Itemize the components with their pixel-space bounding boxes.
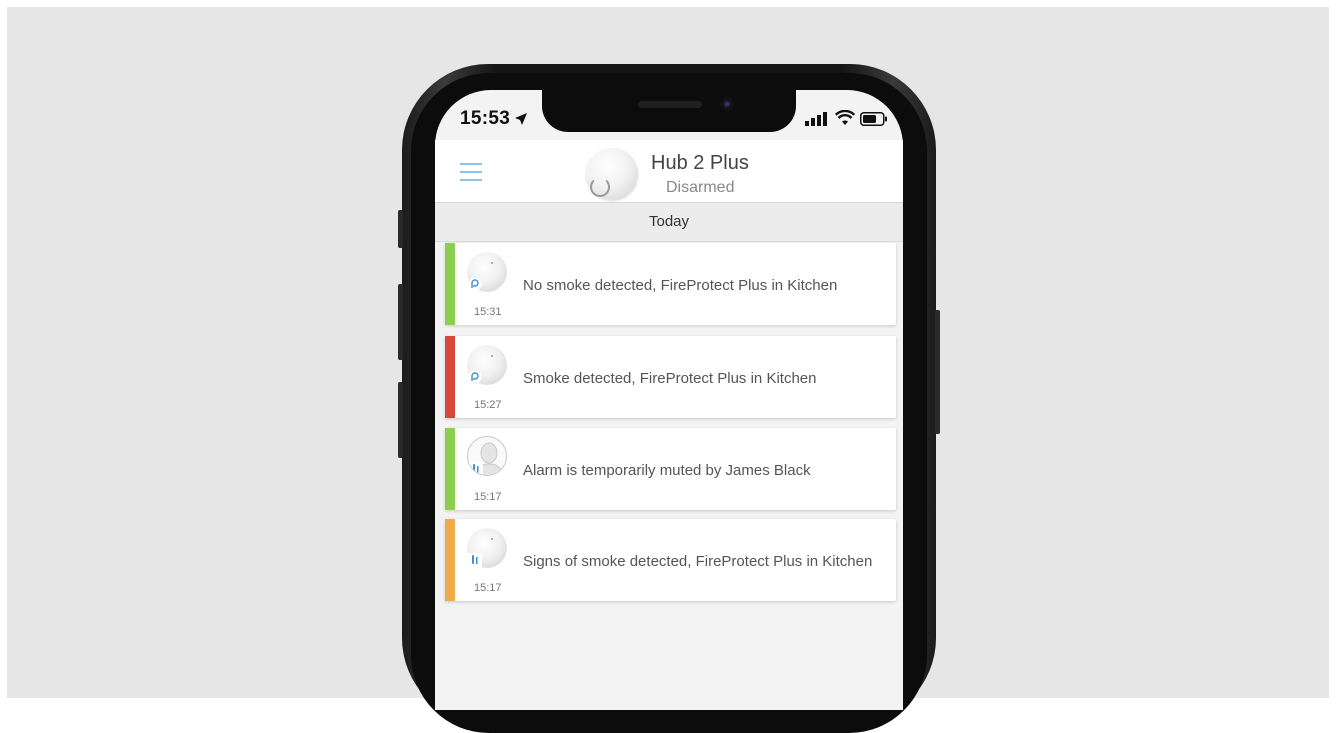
battery-icon — [860, 112, 887, 126]
phone-volume-down-button — [398, 382, 403, 458]
event-status-stripe — [445, 519, 455, 601]
speaker-grille — [638, 101, 702, 108]
event-text: No smoke detected, FireProtect Plus in K… — [523, 277, 838, 294]
hub-name[interactable]: Hub 2 Plus — [651, 152, 749, 175]
event-card[interactable]: Smoke detected, FireProtect Plus in Kitc… — [445, 336, 896, 418]
user-avatar-icon — [467, 436, 507, 476]
fireprotect-device-icon — [467, 252, 507, 292]
status-time: 15:53 — [460, 108, 511, 129]
cellular-signal-icon — [805, 112, 827, 126]
fireprotect-device-icon — [467, 528, 507, 568]
event-time: 15:27 — [474, 399, 502, 411]
temperature-badge-icon — [468, 553, 482, 567]
event-card[interactable]: Signs of smoke detected, FireProtect Plu… — [445, 519, 896, 601]
event-status-stripe — [445, 243, 455, 325]
event-card[interactable]: No smoke detected, FireProtect Plus in K… — [445, 243, 896, 325]
event-status-stripe — [445, 336, 455, 418]
event-time: 15:31 — [474, 306, 502, 318]
hub-power-ring-icon — [590, 177, 610, 197]
mute-badge-icon — [469, 462, 483, 475]
date-group-label: Today — [648, 213, 690, 230]
event-text: Signs of smoke detected, FireProtect Plu… — [523, 553, 873, 570]
fireprotect-device-icon — [467, 345, 507, 385]
event-card[interactable]: Alarm is temporarily muted by James Blac… — [445, 428, 896, 510]
event-time: 15:17 — [474, 491, 502, 503]
wifi-icon — [835, 110, 855, 125]
hamburger-menu-icon[interactable] — [460, 163, 482, 181]
smoke-sensor-badge-icon — [468, 277, 482, 291]
phone-volume-up-button — [398, 284, 403, 360]
front-camera-icon — [720, 97, 734, 111]
smoke-sensor-badge-icon — [468, 370, 482, 384]
event-text: Smoke detected, FireProtect Plus in Kitc… — [523, 370, 817, 387]
event-status-stripe — [445, 428, 455, 510]
phone-power-button — [935, 310, 940, 434]
event-time: 15:17 — [474, 582, 502, 594]
hub-arm-status: Disarmed — [666, 179, 735, 196]
phone-mute-switch — [398, 210, 403, 248]
location-arrow-icon — [515, 113, 527, 125]
event-text: Alarm is temporarily muted by James Blac… — [523, 462, 811, 479]
date-group-header: Today — [435, 203, 903, 242]
